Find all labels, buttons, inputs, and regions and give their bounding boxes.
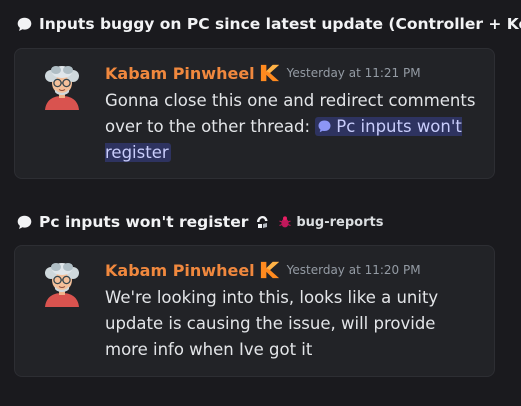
channel-link[interactable]: bug-reports: [296, 215, 383, 230]
bug-icon: [279, 216, 292, 228]
avatar[interactable]: [39, 64, 85, 110]
message-timestamp[interactable]: Yesterday at 11:20 PM: [287, 263, 421, 277]
stage-icon: [257, 216, 268, 228]
message-timestamp[interactable]: Yesterday at 11:21 PM: [287, 66, 421, 80]
author-name[interactable]: Kabam Pinwheel: [105, 64, 255, 83]
speech-bubble-icon: [17, 17, 32, 31]
message-text: We're looking into this, looks like a un…: [105, 288, 439, 359]
kabam-k-icon: [260, 261, 279, 279]
message-content: Gonna close this one and redirect commen…: [105, 88, 482, 166]
thread-title[interactable]: Inputs buggy on PC since latest update (…: [39, 15, 521, 33]
thread-header[interactable]: Inputs buggy on PC since latest update (…: [16, 13, 521, 35]
thread-title[interactable]: Pc inputs won't register: [39, 213, 248, 231]
thread-list: Inputs buggy on PC since latest update (…: [0, 0, 521, 406]
thread-header[interactable]: Pc inputs won't register bug-reports: [16, 211, 383, 233]
message-header: Kabam Pinwheel Yesterday at 11:20 PM: [105, 259, 482, 281]
message-header: Kabam Pinwheel Yesterday at 11:21 PM: [105, 62, 482, 84]
speech-bubble-icon: [318, 120, 331, 133]
kabam-k-icon: [260, 64, 279, 82]
speech-bubble-icon: [17, 215, 32, 229]
avatar[interactable]: [39, 261, 85, 307]
thread-meta: bug-reports: [254, 214, 383, 230]
message: Kabam Pinwheel Yesterday at 11:20 PM We'…: [105, 259, 482, 363]
message-card[interactable]: Kabam Pinwheel Yesterday at 11:21 PM Gon…: [14, 48, 495, 179]
message: Kabam Pinwheel Yesterday at 11:21 PM Gon…: [105, 62, 482, 166]
author-name[interactable]: Kabam Pinwheel: [105, 261, 255, 280]
message-card[interactable]: Kabam Pinwheel Yesterday at 11:20 PM We'…: [14, 245, 495, 377]
